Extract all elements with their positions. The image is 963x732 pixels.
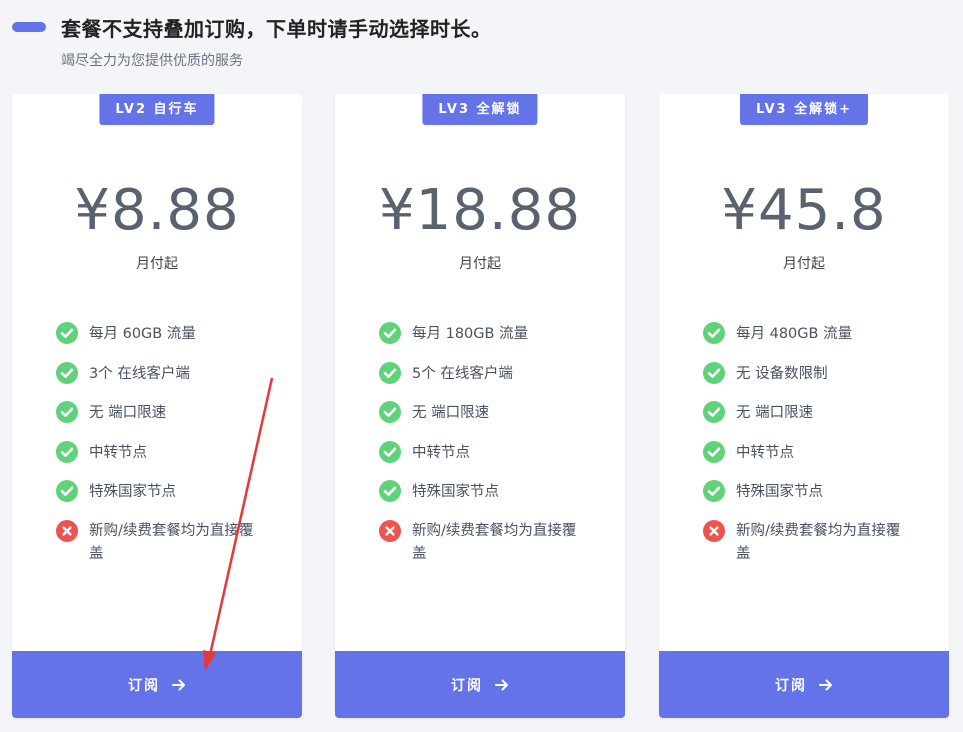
plan-period: 月付起 (783, 256, 825, 272)
check-circle-icon (56, 440, 78, 463)
check-circle-icon (703, 480, 725, 503)
feature-item: 特殊国家节点 (56, 480, 276, 520)
feature-text: 5个 在线客户端 (412, 365, 513, 382)
feature-text: 每月 60GB 流量 (89, 326, 196, 342)
subscribe-label: 订阅 (128, 677, 160, 694)
check-circle-icon (703, 401, 725, 424)
check-circle-icon (379, 361, 401, 384)
feature-text: 每月 480GB 流量 (736, 326, 853, 342)
check-circle-icon (703, 440, 725, 463)
feature-item: 每月 60GB 流量 (56, 322, 276, 362)
feature-item: 3个 在线客户端 (56, 361, 276, 402)
plan-badge: LV2 自行车 (99, 94, 215, 125)
feature-item: 无 端口限速 (379, 401, 599, 441)
feature-text: 中转节点 (736, 444, 794, 461)
feature-list: 每月 60GB 流量 3个 在线客户端无 端口限速 中转节点特殊国家节点新购/续费套… (56, 322, 276, 562)
arrow-right-icon (819, 678, 833, 692)
x-circle-icon (379, 519, 401, 542)
feature-text: 每月 180GB 流量 (412, 326, 529, 342)
feature-item: 中转节点 (56, 440, 276, 481)
subscribe-button[interactable]: 订阅 (12, 651, 302, 718)
x-circle-icon (56, 519, 78, 542)
check-circle-icon (379, 480, 401, 503)
plan-badge: LV3 全解锁+ (739, 94, 869, 125)
plan-badge: LV3 全解锁 (422, 94, 538, 125)
feature-text: 3个 在线客户端 (89, 365, 190, 382)
feature-list: 每月 180GB 流量 5个 在线客户端无 端口限速 中转节点特殊国家节点新购/续费… (379, 322, 599, 562)
check-circle-icon (703, 322, 725, 344)
page-title: 套餐不支持叠加订购，下单时请手动选择时长。 (61, 17, 492, 41)
feature-text: 新购/续费套餐均为直接覆盖 (89, 522, 254, 562)
feature-text: 新购/续费套餐均为直接覆盖 (412, 522, 577, 562)
feature-text: 新购/续费套餐均为直接覆盖 (736, 522, 901, 562)
feature-text: 无 设备数限制 (736, 365, 828, 382)
feature-item: 5个 在线客户端 (379, 361, 599, 402)
plan-card-lv3: LV3 全解锁 ¥18.88 月付起 每月 180GB 流量 5个 在线客户端无 … (335, 94, 625, 718)
feature-text: 无 端口限速 (412, 405, 490, 422)
feature-item: 新购/续费套餐均为直接覆盖 (379, 519, 599, 562)
plan-price: ¥18.88 (379, 178, 581, 243)
feature-item: 中转节点 (379, 440, 599, 481)
feature-text: 特殊国家节点 (412, 484, 499, 501)
plan-price: ¥45.8 (721, 178, 887, 243)
plan-card-lv3-plus: LV3 全解锁+ ¥45.8 月付起 每月 480GB 流量无 设备数限制无 端… (659, 94, 949, 718)
feature-item: 无 端口限速 (703, 401, 923, 441)
feature-text: 中转节点 (412, 444, 470, 461)
feature-text: 中转节点 (89, 444, 147, 461)
x-circle-icon (703, 519, 725, 542)
check-circle-icon (379, 322, 401, 344)
feature-list: 每月 480GB 流量无 设备数限制无 端口限速 中转节点特殊国家节点新购/续费套… (703, 322, 923, 562)
feature-text: 特殊国家节点 (89, 484, 176, 501)
check-circle-icon (56, 480, 78, 503)
page-subtitle: 竭尽全力为您提供优质的服务 (61, 53, 243, 69)
plan-period: 月付起 (459, 256, 501, 272)
check-circle-icon (379, 440, 401, 463)
subscribe-button[interactable]: 订阅 (335, 651, 625, 718)
feature-text: 特殊国家节点 (736, 484, 823, 501)
check-circle-icon (703, 361, 725, 384)
subscribe-label: 订阅 (775, 677, 807, 694)
plan-card-lv2: LV2 自行车 ¥8.88 月付起 每月 60GB 流量 3个 在线客户端无 端口… (12, 94, 302, 718)
feature-item: 新购/续费套餐均为直接覆盖 (56, 519, 276, 562)
feature-text: 无 端口限速 (736, 405, 814, 422)
arrow-right-icon (172, 678, 186, 692)
check-circle-icon (56, 322, 78, 344)
feature-item: 特殊国家节点 (379, 480, 599, 520)
feature-item: 无 端口限速 (56, 401, 276, 441)
check-circle-icon (56, 361, 78, 384)
plan-price: ¥8.88 (74, 178, 240, 243)
feature-item: 新购/续费套餐均为直接覆盖 (703, 519, 923, 562)
feature-item: 每月 180GB 流量 (379, 322, 599, 362)
subscribe-label: 订阅 (451, 677, 483, 694)
subscribe-button[interactable]: 订阅 (659, 651, 949, 718)
feature-item: 每月 480GB 流量 (703, 322, 923, 362)
arrow-right-icon (495, 678, 509, 692)
feature-item: 无 设备数限制 (703, 361, 923, 402)
check-circle-icon (56, 401, 78, 424)
check-circle-icon (379, 401, 401, 424)
feature-text: 无 端口限速 (89, 405, 167, 422)
page-header: 套餐不支持叠加订购，下单时请手动选择时长。 竭尽全力为您提供优质的服务 (0, 0, 963, 80)
feature-item: 特殊国家节点 (703, 480, 923, 520)
feature-item: 中转节点 (703, 440, 923, 481)
title-accent-bar (12, 22, 46, 32)
plan-period: 月付起 (136, 256, 178, 272)
